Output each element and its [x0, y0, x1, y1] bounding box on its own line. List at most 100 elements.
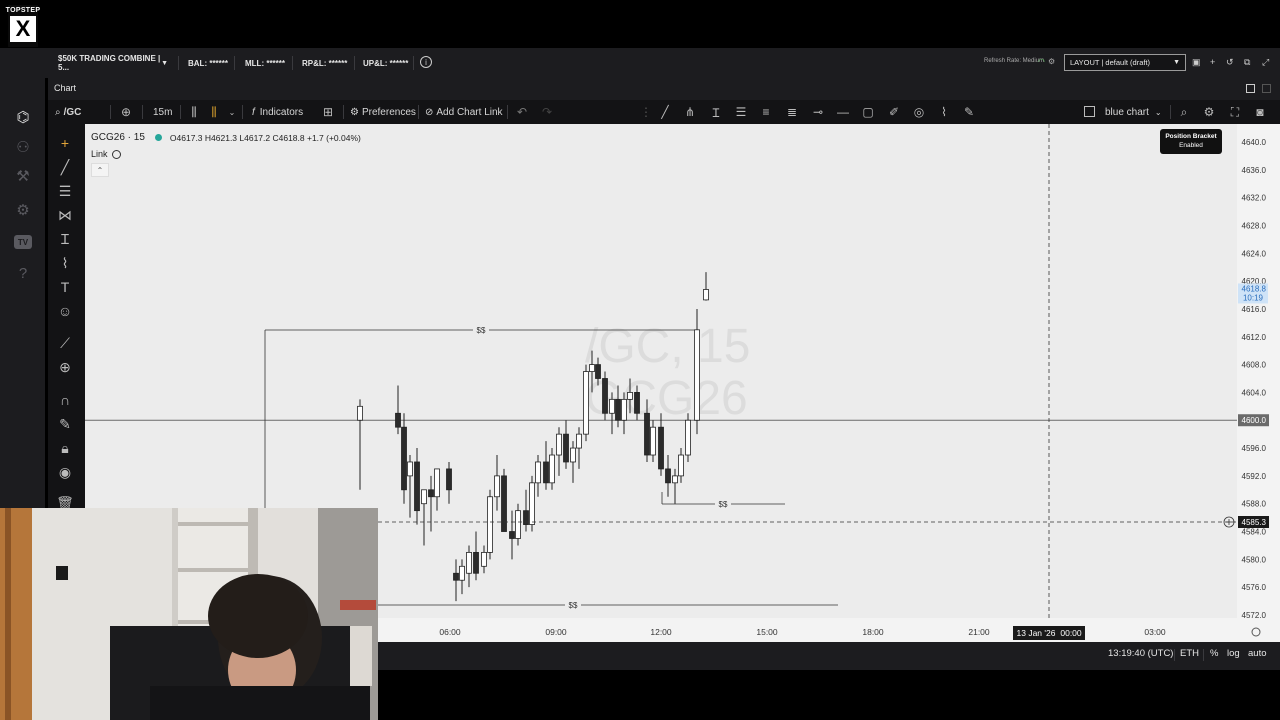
- preferences-button[interactable]: ⚙ Preferences: [350, 104, 416, 120]
- candle-body: [678, 454, 684, 477]
- chart-settings-icon[interactable]: ⚙: [1201, 104, 1217, 120]
- fib-tool-icon[interactable]: ☰: [55, 181, 75, 201]
- template-checkbox[interactable]: [1084, 106, 1095, 117]
- popout-icon[interactable]: ⧉: [1244, 57, 1250, 68]
- crosshair-icon[interactable]: +: [55, 133, 75, 153]
- drag-handle-icon[interactable]: ⋮: [638, 104, 654, 120]
- account-select[interactable]: $50K TRADING COMBINE | 5... ▼: [52, 54, 174, 72]
- undo-icon[interactable]: ↶: [514, 104, 530, 120]
- position-bracket-tooltip: Position Bracket Enabled: [1160, 129, 1222, 154]
- divider: [142, 105, 143, 119]
- percent-toggle[interactable]: %: [1210, 648, 1218, 659]
- layout-select[interactable]: LAYOUT | default (draft) ▼: [1064, 54, 1186, 71]
- nav-settings-icon[interactable]: ⚙: [13, 200, 33, 220]
- panel-restore-icon[interactable]: [1262, 84, 1271, 93]
- zoom-in-icon[interactable]: ⊕: [55, 357, 75, 377]
- collapse-legend-button[interactable]: ⌃: [91, 163, 109, 177]
- channel-icon[interactable]: ≡: [758, 104, 774, 120]
- pencil-lock-icon[interactable]: ✎: [55, 414, 75, 434]
- interval-label: 15m: [153, 106, 173, 118]
- auto-toggle[interactable]: auto: [1248, 648, 1267, 659]
- pitchfork-icon[interactable]: ⋔: [682, 104, 698, 120]
- add-icon[interactable]: +: [1210, 57, 1215, 67]
- save-icon[interactable]: ▣: [1192, 57, 1201, 68]
- gear-icon[interactable]: ⚙: [1048, 57, 1055, 66]
- candles-icon[interactable]: ⫼: [206, 104, 222, 120]
- layout-grid-icon[interactable]: ⊞: [320, 104, 336, 120]
- price-tick-label: 4588.0: [1242, 500, 1267, 509]
- lock-icon[interactable]: 🔒︎: [55, 438, 75, 458]
- logo-mark: X: [10, 16, 36, 42]
- text-cursor-icon[interactable]: Ɪ: [708, 104, 724, 120]
- zoom-search-icon[interactable]: ⌕: [1176, 104, 1192, 120]
- price-tick-label: 4640.0: [1242, 138, 1267, 147]
- nav-chart-icon[interactable]: ⌬: [13, 107, 33, 127]
- fib-icon[interactable]: ☰: [733, 104, 749, 120]
- clock-readout[interactable]: 13:19:40 (UTC): [1108, 648, 1173, 659]
- candle-body: [446, 468, 452, 491]
- time-tick-label: 18:00: [862, 627, 884, 637]
- path-icon[interactable]: ⌇: [936, 104, 952, 120]
- trendline-icon[interactable]: ╱: [657, 104, 673, 120]
- measure-tool-icon[interactable]: Ɪ: [55, 229, 75, 249]
- add-symbol-icon[interactable]: ⊕: [118, 104, 134, 120]
- add-chart-link-button[interactable]: ⊘ Add Chart Link: [425, 104, 503, 120]
- symbol-search[interactable]: ⌕ /GC: [55, 104, 81, 120]
- line-tool-icon[interactable]: ╱: [55, 157, 75, 177]
- price-tick-label: 4616.0: [1242, 305, 1267, 314]
- nav-help-icon[interactable]: ?: [13, 263, 33, 283]
- horizontal-line-icon[interactable]: —: [835, 104, 851, 120]
- link-radio-icon: [111, 149, 121, 159]
- divider: [292, 56, 293, 70]
- circle-tool-icon[interactable]: ◎: [911, 104, 927, 120]
- chevron-down-icon[interactable]: ⌄: [224, 104, 240, 120]
- bar-type-icon[interactable]: ⫼: [186, 104, 202, 120]
- candle-body: [421, 489, 427, 505]
- gear-icon: ⚙: [350, 106, 359, 118]
- nav-tools-icon[interactable]: ⚒: [13, 166, 33, 186]
- text-tool-icon[interactable]: T: [55, 277, 75, 297]
- webcam-overlay: [0, 508, 378, 720]
- chevron-down-icon: ▼: [161, 59, 168, 67]
- candle-body: [595, 364, 601, 379]
- topstep-logo: TOPSTEP X: [6, 5, 40, 47]
- emoji-tool-icon[interactable]: ☺: [55, 301, 75, 321]
- rectangle-icon[interactable]: ▢: [860, 104, 876, 120]
- forecast-tool-icon[interactable]: ⌇: [55, 253, 75, 273]
- function-icon: f: [252, 106, 255, 118]
- divider: [418, 105, 419, 119]
- magnet-icon[interactable]: ∩: [55, 390, 75, 410]
- pattern-tool-icon[interactable]: ⋈: [55, 205, 75, 225]
- expand-icon[interactable]: ⤢: [1262, 57, 1269, 68]
- log-toggle[interactable]: log: [1227, 648, 1240, 659]
- redo-icon[interactable]: ↷: [539, 104, 555, 120]
- ruler-icon[interactable]: ⟋: [55, 333, 75, 353]
- interval-select[interactable]: 15m: [153, 104, 172, 120]
- eye-icon[interactable]: ◉: [55, 462, 75, 482]
- candle-body: [535, 461, 541, 484]
- candle-body: [685, 419, 691, 456]
- camera-icon[interactable]: ◙: [1252, 104, 1268, 120]
- link-icon: ⊘: [425, 106, 434, 118]
- measure-icon[interactable]: ✎: [961, 104, 977, 120]
- panel-maximize-icon[interactable]: [1246, 84, 1255, 93]
- info-icon[interactable]: i: [420, 56, 432, 68]
- indicators-button[interactable]: f Indicators: [252, 104, 303, 120]
- lines-icon[interactable]: ≣: [784, 104, 800, 120]
- template-select[interactable]: blue chart ⌄: [1105, 104, 1162, 120]
- session-toggle[interactable]: ETH: [1180, 648, 1199, 659]
- price-tick-label: 4584.0: [1242, 528, 1267, 537]
- link-toggle[interactable]: Link: [91, 149, 121, 159]
- candle-body: [602, 378, 608, 414]
- candle-body: [529, 482, 535, 525]
- price-tick-label: 4612.0: [1242, 333, 1267, 342]
- brush-icon[interactable]: ✐: [886, 104, 902, 120]
- reset-icon[interactable]: ↺: [1226, 57, 1234, 68]
- fullscreen-icon[interactable]: ⛶: [1227, 104, 1243, 120]
- crosshair-date-label: 13 Jan '26: [1017, 628, 1056, 638]
- horizontal-ray-icon[interactable]: ⊸: [810, 104, 826, 120]
- crosshair-time-label: 00:00: [1060, 628, 1082, 638]
- nav-tv-icon[interactable]: TV: [13, 232, 33, 252]
- nav-group-icon[interactable]: ⚇: [13, 137, 33, 157]
- time-tick-label: 15:00: [756, 627, 778, 637]
